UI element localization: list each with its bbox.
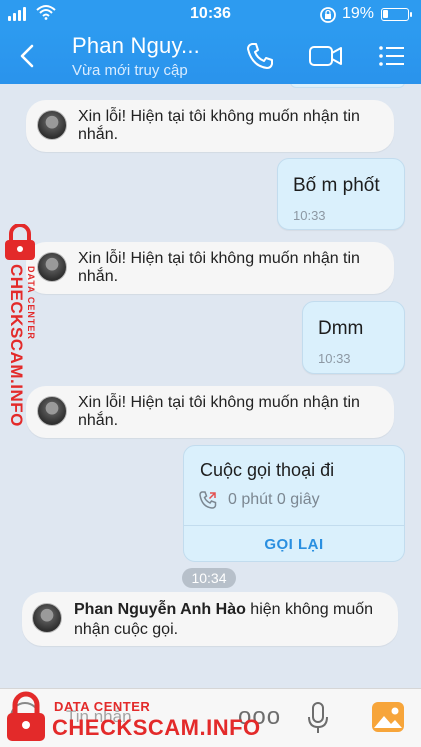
message-text: Bố m phốt: [293, 175, 380, 196]
call-title: Cuộc gọi thoại đi: [200, 460, 335, 480]
message-time: 10:33: [293, 208, 326, 223]
back-icon[interactable]: [14, 41, 42, 71]
avatar[interactable]: [37, 252, 67, 282]
avatar[interactable]: [37, 396, 67, 426]
outgoing-message[interactable]: Bố m phốt 10:33: [277, 158, 405, 230]
watermark-tagline: DATA CENTER: [54, 699, 151, 714]
avatar[interactable]: [32, 603, 62, 633]
call-back-button[interactable]: GỌI LẠI: [184, 526, 404, 561]
video-call-icon[interactable]: [308, 40, 344, 72]
outgoing-call-icon: [199, 491, 217, 509]
message-time: 10:33: [318, 351, 351, 366]
voice-call-icon[interactable]: [244, 40, 276, 72]
padlock-icon: [7, 691, 45, 741]
message-text: Dmm: [318, 318, 364, 339]
chat-area[interactable]: Xin lỗi! Hiện tại tôi không muốn nhận ti…: [0, 84, 421, 688]
auto-reply-text: Xin lỗi! Hiện tại tôi không muốn nhận ti…: [78, 394, 360, 429]
previous-message-bubble: [290, 84, 405, 88]
menu-icon[interactable]: [376, 40, 408, 72]
contact-name[interactable]: Phan Nguy...: [72, 33, 200, 59]
chat-header: Phan Nguy... Vừa mới truy cập: [0, 28, 421, 84]
status-bar: 10:36 19%: [0, 0, 421, 28]
watermark-brand: CHECKSCAM.INFO: [52, 715, 261, 740]
auto-reply-text: Xin lỗi! Hiện tại tôi không muốn nhận ti…: [78, 250, 360, 285]
auto-reply-message[interactable]: Xin lỗi! Hiện tại tôi không muốn nhận ti…: [26, 386, 394, 438]
watermark-tagline: DATA CENTER: [26, 266, 36, 340]
call-duration: 0 phút 0 giây: [228, 491, 320, 508]
contact-status: Vừa mới truy cập: [72, 62, 188, 79]
auto-reply-message[interactable]: Xin lỗi! Hiện tại tôi không muốn nhận ti…: [26, 100, 394, 152]
watermark-side: CHECKSCAM.INFO DATA CENTER: [0, 220, 40, 430]
outgoing-message[interactable]: Dmm 10:33: [302, 301, 405, 374]
call-rejected-notice: Phan Nguyễn Anh Hào hiện không muốn nhận…: [22, 592, 398, 646]
battery-percent: 19%: [342, 5, 375, 22]
avatar[interactable]: [37, 110, 67, 140]
battery-icon: [381, 8, 412, 21]
contact-full-name: Phan Nguyễn Anh Hào: [74, 601, 246, 618]
auto-reply-message[interactable]: Xin lỗi! Hiện tại tôi không muốn nhận ti…: [26, 242, 394, 294]
padlock-icon: [5, 224, 35, 260]
outgoing-call-card[interactable]: Cuộc gọi thoại đi 0 phút 0 giây GỌI LẠI: [183, 445, 405, 562]
watermark-bottom: DATA CENTER CHECKSCAM.INFO: [2, 687, 260, 747]
image-icon[interactable]: [370, 700, 406, 734]
rotation-lock-icon: [320, 7, 336, 23]
auto-reply-text: Xin lỗi! Hiện tại tôi không muốn nhận ti…: [78, 108, 360, 143]
watermark-brand: CHECKSCAM.INFO: [7, 264, 26, 427]
microphone-icon[interactable]: [305, 701, 331, 735]
time-divider: 10:34: [182, 568, 236, 588]
